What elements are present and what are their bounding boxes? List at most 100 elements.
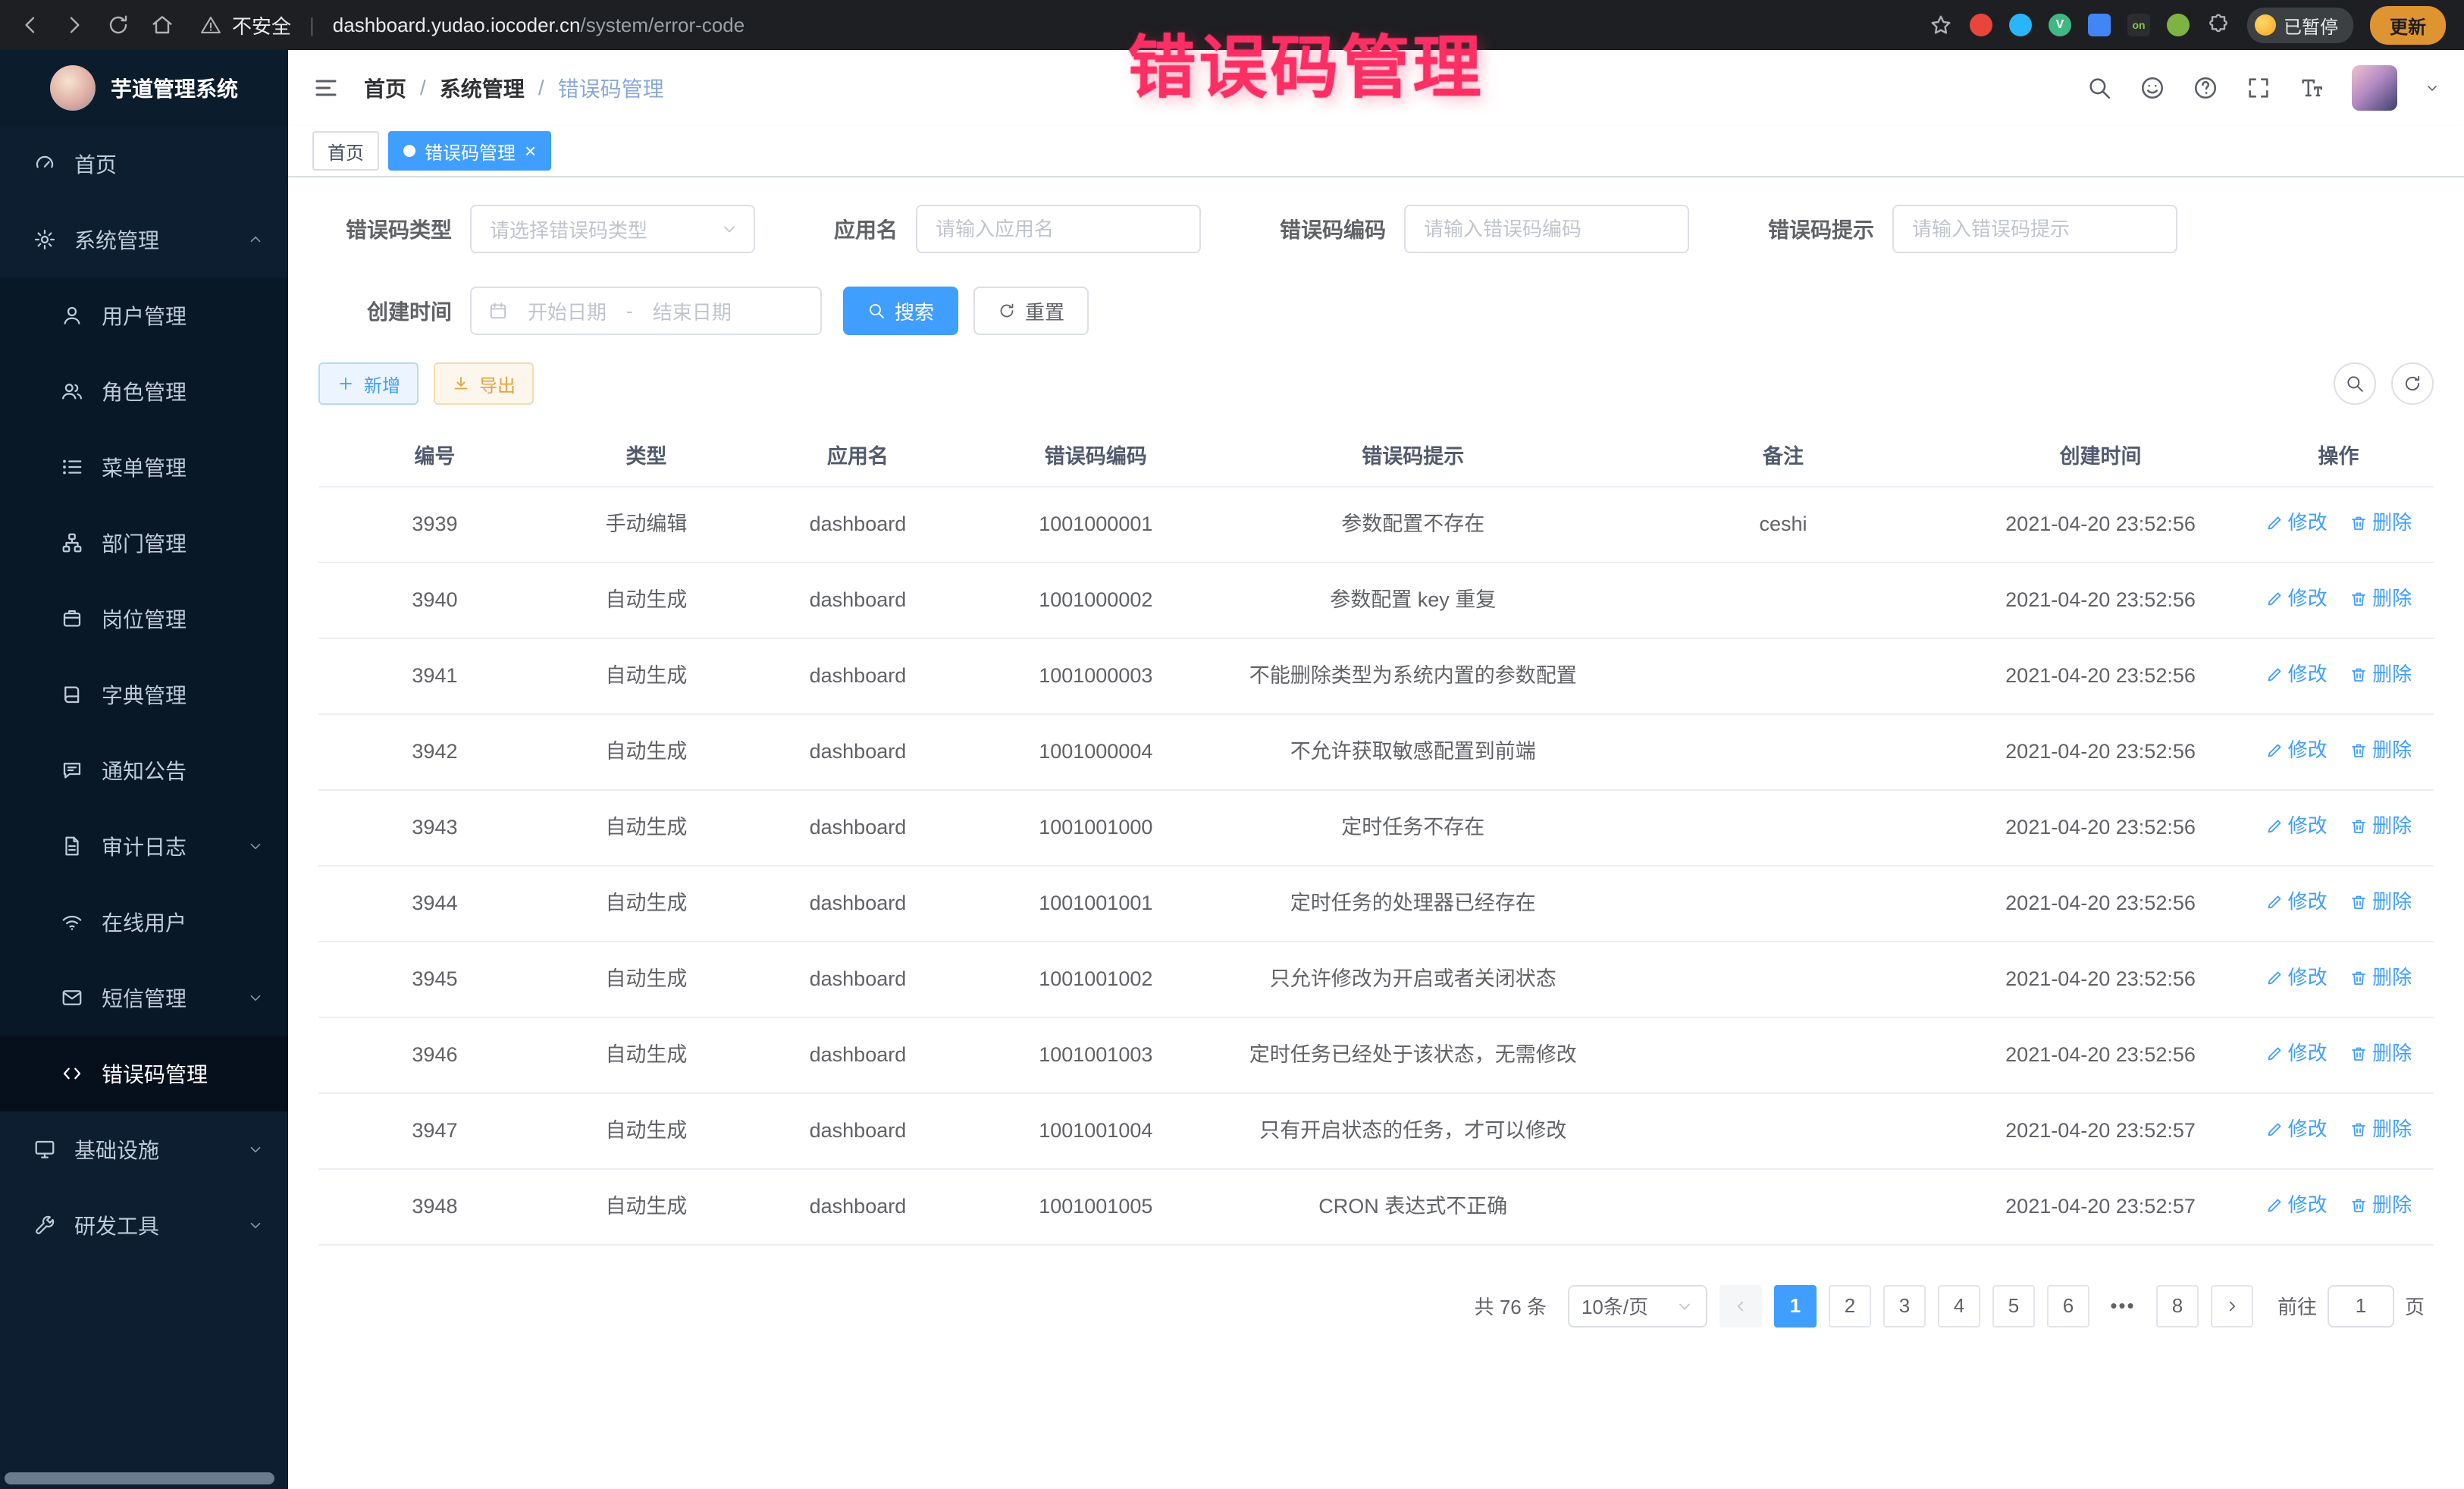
error-code-input[interactable] [1404, 205, 1689, 253]
sidebar-item-error-code[interactable]: 错误码管理 [0, 1036, 288, 1111]
tab-home[interactable]: 首页 × [312, 131, 379, 171]
profile-paused-badge[interactable]: 已暂停 [2247, 8, 2353, 43]
delete-link[interactable]: 删除 [2350, 1039, 2412, 1068]
prev-page-button[interactable] [1719, 1285, 1762, 1328]
col-header-id: 编号 [318, 423, 551, 487]
add-button[interactable]: 新增 [318, 362, 419, 405]
delete-link[interactable]: 删除 [2350, 509, 2412, 538]
edit-link[interactable]: 修改 [2265, 888, 2328, 917]
page-button[interactable]: 8 [2156, 1285, 2199, 1328]
edit-link[interactable]: 修改 [2265, 736, 2328, 765]
page-button[interactable]: 6 [2047, 1285, 2089, 1328]
github-icon[interactable] [2140, 75, 2165, 101]
user-avatar[interactable] [2352, 65, 2397, 111]
delete-link[interactable]: 删除 [2350, 660, 2412, 689]
cell-create-time: 2021-04-20 23:52:56 [2005, 816, 2196, 839]
page-button[interactable]: 5 [1992, 1285, 2035, 1328]
trash-icon [2350, 893, 2368, 911]
bookmark-star-icon[interactable] [1929, 13, 1953, 37]
edit-link[interactable]: 修改 [2265, 509, 2328, 538]
error-type-select[interactable]: 请选择错误码类型 [470, 205, 755, 253]
search-icon[interactable] [2086, 75, 2112, 101]
tab-error-code[interactable]: 错误码管理 × [388, 131, 551, 171]
cell-app: dashboard [810, 967, 907, 990]
extension-teal-icon[interactable] [2009, 14, 2032, 36]
edit-link[interactable]: 修改 [2265, 1115, 2328, 1144]
search-button[interactable]: 搜索 [843, 287, 958, 335]
vue-devtools-icon[interactable]: V [2049, 14, 2071, 36]
sidebar-item-system[interactable]: 系统管理 [0, 202, 288, 277]
chevron-down-icon[interactable] [2425, 80, 2440, 96]
sidebar-item-notice[interactable]: 通知公告 [0, 732, 288, 808]
address-bar[interactable]: 不安全 | dashboard.yudao.iocoder.cn/system/… [200, 11, 745, 39]
page-button[interactable]: 4 [1938, 1285, 1980, 1328]
error-message-input[interactable] [1892, 205, 2177, 253]
sidebar-item-online-user[interactable]: 在线用户 [0, 884, 288, 960]
sidebar-item-sms[interactable]: 短信管理 [0, 960, 288, 1036]
delete-link[interactable]: 删除 [2350, 736, 2412, 765]
page-size-select[interactable]: 10条/页 [1568, 1285, 1707, 1328]
app-logo[interactable]: 芋道管理系统 [0, 50, 288, 126]
tab-close-icon[interactable]: × [525, 141, 536, 161]
chevron-left-icon [1732, 1298, 1749, 1315]
edit-link[interactable]: 修改 [2265, 1191, 2328, 1220]
edit-icon [2265, 969, 2284, 987]
fullscreen-icon[interactable] [2246, 75, 2271, 101]
forward-icon[interactable] [62, 13, 86, 37]
page-button[interactable]: 1 [1774, 1285, 1817, 1328]
create-time-range-picker[interactable]: 开始日期 - 结束日期 [470, 287, 822, 335]
extension-green-icon[interactable] [2167, 14, 2190, 36]
delete-link[interactable]: 删除 [2350, 1115, 2412, 1144]
extension-on-icon[interactable]: on [2127, 14, 2150, 36]
edit-link[interactable]: 修改 [2265, 585, 2328, 613]
security-warning-icon[interactable] [200, 14, 221, 36]
export-button[interactable]: 导出 [434, 362, 534, 405]
sidebar-item-audit-log[interactable]: 审计日志 [0, 808, 288, 884]
delete-link[interactable]: 删除 [2350, 812, 2412, 841]
help-icon[interactable] [2193, 75, 2218, 101]
wifi-icon [61, 911, 83, 933]
sidebar-item-role[interactable]: 角色管理 [0, 353, 288, 429]
delete-link[interactable]: 删除 [2350, 1191, 2412, 1220]
font-size-icon[interactable] [2299, 75, 2324, 101]
breadcrumb-item[interactable]: 系统管理 / [440, 73, 558, 103]
extension-red-icon[interactable] [1970, 14, 1992, 36]
edit-link[interactable]: 修改 [2265, 1039, 2328, 1068]
hamburger-icon[interactable] [312, 74, 340, 102]
cell-app: dashboard [810, 588, 907, 611]
sidebar-item-user[interactable]: 用户管理 [0, 277, 288, 353]
page-button[interactable]: 2 [1829, 1285, 1871, 1328]
toggle-search-button[interactable] [2334, 362, 2376, 405]
delete-link[interactable]: 删除 [2350, 888, 2412, 917]
delete-link[interactable]: 删除 [2350, 964, 2412, 992]
app-name-input[interactable] [916, 205, 1201, 253]
sidebar-item-home[interactable]: 首页 [0, 126, 288, 202]
sidebar-item-devtools[interactable]: 研发工具 [0, 1187, 288, 1263]
cell-code: 1001001002 [1039, 967, 1152, 990]
edit-link[interactable]: 修改 [2265, 964, 2328, 992]
home-icon[interactable] [150, 13, 174, 37]
sidebar-item-menu[interactable]: 菜单管理 [0, 429, 288, 505]
chrome-update-button[interactable]: 更新 [2370, 6, 2446, 45]
extension-grid-icon[interactable] [2088, 14, 2111, 36]
edit-link[interactable]: 修改 [2265, 812, 2328, 841]
back-icon[interactable] [18, 13, 42, 37]
delete-link[interactable]: 删除 [2350, 585, 2412, 613]
extensions-puzzle-icon[interactable] [2206, 13, 2230, 37]
edit-link[interactable]: 修改 [2265, 660, 2328, 689]
page-button[interactable]: 3 [1883, 1285, 1926, 1328]
trash-icon [2350, 590, 2368, 608]
refresh-table-button[interactable] [2391, 362, 2434, 405]
sidebar-item-dept[interactable]: 部门管理 [0, 505, 288, 581]
sidebar-scrollbar[interactable] [5, 1472, 274, 1484]
breadcrumb-item[interactable]: 首页 / [364, 73, 440, 103]
reload-icon[interactable] [106, 13, 130, 37]
goto-page-input[interactable] [2328, 1285, 2394, 1328]
sidebar-item-post[interactable]: 岗位管理 [0, 581, 288, 657]
next-page-button[interactable] [2211, 1285, 2253, 1328]
page-button[interactable]: ••• [2102, 1285, 2144, 1328]
reset-button[interactable]: 重置 [973, 287, 1089, 335]
sidebar-item-dict[interactable]: 字典管理 [0, 657, 288, 732]
sidebar-item-infra[interactable]: 基础设施 [0, 1111, 288, 1187]
breadcrumb-item[interactable]: 错误码管理 / [558, 73, 664, 103]
